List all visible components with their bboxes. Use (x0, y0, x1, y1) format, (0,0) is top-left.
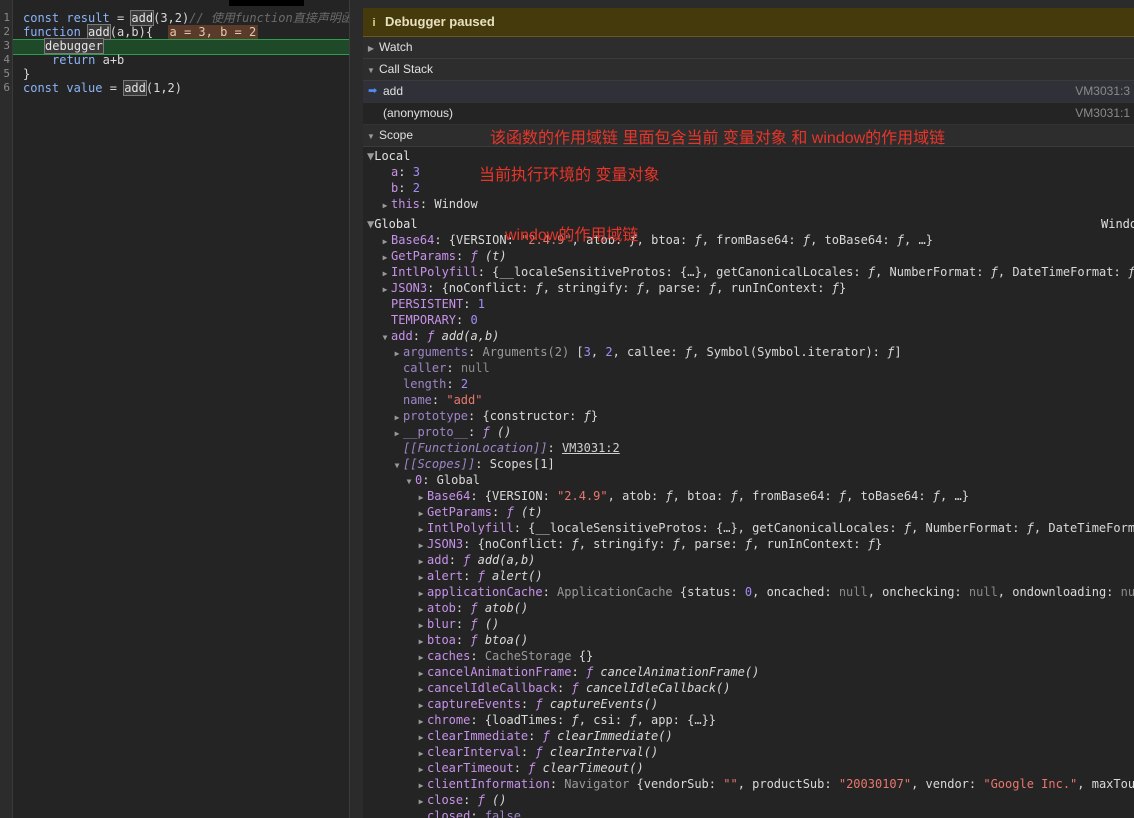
annotation-scope-chain: 该函数的作用域链 里面包含当前 变量对象 和 window的作用域链 (490, 130, 946, 147)
debugger-paused-banner: i Debugger paused (363, 8, 1134, 37)
watch-section-header[interactable]: ▶ Watch (363, 37, 1134, 59)
expand-triangle-icon: ▶ (367, 44, 375, 53)
fn-prop[interactable]: name: "add" (403, 392, 482, 408)
code-line-6: const value = add(1,2) (23, 80, 182, 96)
code-line-4: return a+b (52, 53, 125, 67)
code-line-1: const result = add(3,2)// 使用function直接声明… (23, 10, 349, 26)
scope-var-b[interactable]: b: 2 (391, 180, 420, 196)
annotation-window-chain: window的作用域链 (505, 227, 639, 244)
code-line-2: function add(a,b){ a = 3, b = 2 (23, 24, 259, 40)
line-number[interactable]: 2 (0, 25, 10, 39)
callstack-frame[interactable]: (anonymous) VM3031:1 (363, 103, 1134, 125)
line-number[interactable]: 6 (0, 81, 10, 95)
fn-prop[interactable]: [[FunctionLocation]]: VM3031:2 (403, 440, 620, 456)
scope-var-a[interactable]: a: 3 (391, 164, 420, 180)
line-number[interactable]: 3 (0, 39, 10, 53)
fn-prop[interactable]: length: 2 (403, 376, 468, 392)
global-var[interactable]: ▶ clientInformation: Navigator {vendorSub… (415, 776, 1134, 794)
scope-var-this[interactable]: ▶ this: Window (379, 196, 478, 214)
debugger-sidebar: i Debugger paused ▶ Watch ▼ Call Stack ➡ ad… (363, 0, 1134, 818)
global-var[interactable]: TEMPORARY: 0 (391, 312, 478, 328)
global-var[interactable]: PERSISTENT: 1 (391, 296, 485, 312)
editor-top-bar (229, 0, 304, 6)
code-line-3: debugger (44, 38, 104, 54)
local-scope-header[interactable]: ▼Local (367, 148, 410, 164)
annotation-variable-object: 当前执行环境的 变量对象 (479, 167, 660, 184)
line-number[interactable]: 5 (0, 67, 10, 81)
global-scope-value: Window (1101, 217, 1134, 231)
callstack-frame[interactable]: ➡ add VM3031:3 (363, 81, 1134, 103)
fn-prop[interactable]: caller: null (403, 360, 490, 376)
panel-toolbar (363, 0, 1134, 8)
info-icon: i (372, 17, 376, 29)
line-gutter: 1 2 3 4 5 6 (0, 0, 13, 818)
inline-variable-values: a = 3, b = 2 (167, 25, 259, 39)
collapse-triangle-icon: ▼ (367, 66, 375, 75)
collapse-triangle-icon: ▼ (367, 132, 375, 141)
line-number[interactable]: 1 (0, 11, 10, 25)
current-frame-arrow-icon: ➡ (368, 85, 378, 97)
global-var[interactable]: closed: false (427, 808, 521, 818)
line-number[interactable]: 4 (0, 53, 10, 67)
code-editor[interactable]: 1 2 3 4 5 6 const result = add(3,2)// 使用… (0, 0, 349, 818)
global-scope-header[interactable]: ▼Global (367, 216, 418, 232)
callstack-section-header[interactable]: ▼ Call Stack (363, 59, 1134, 81)
code-line-5: } (23, 67, 31, 81)
